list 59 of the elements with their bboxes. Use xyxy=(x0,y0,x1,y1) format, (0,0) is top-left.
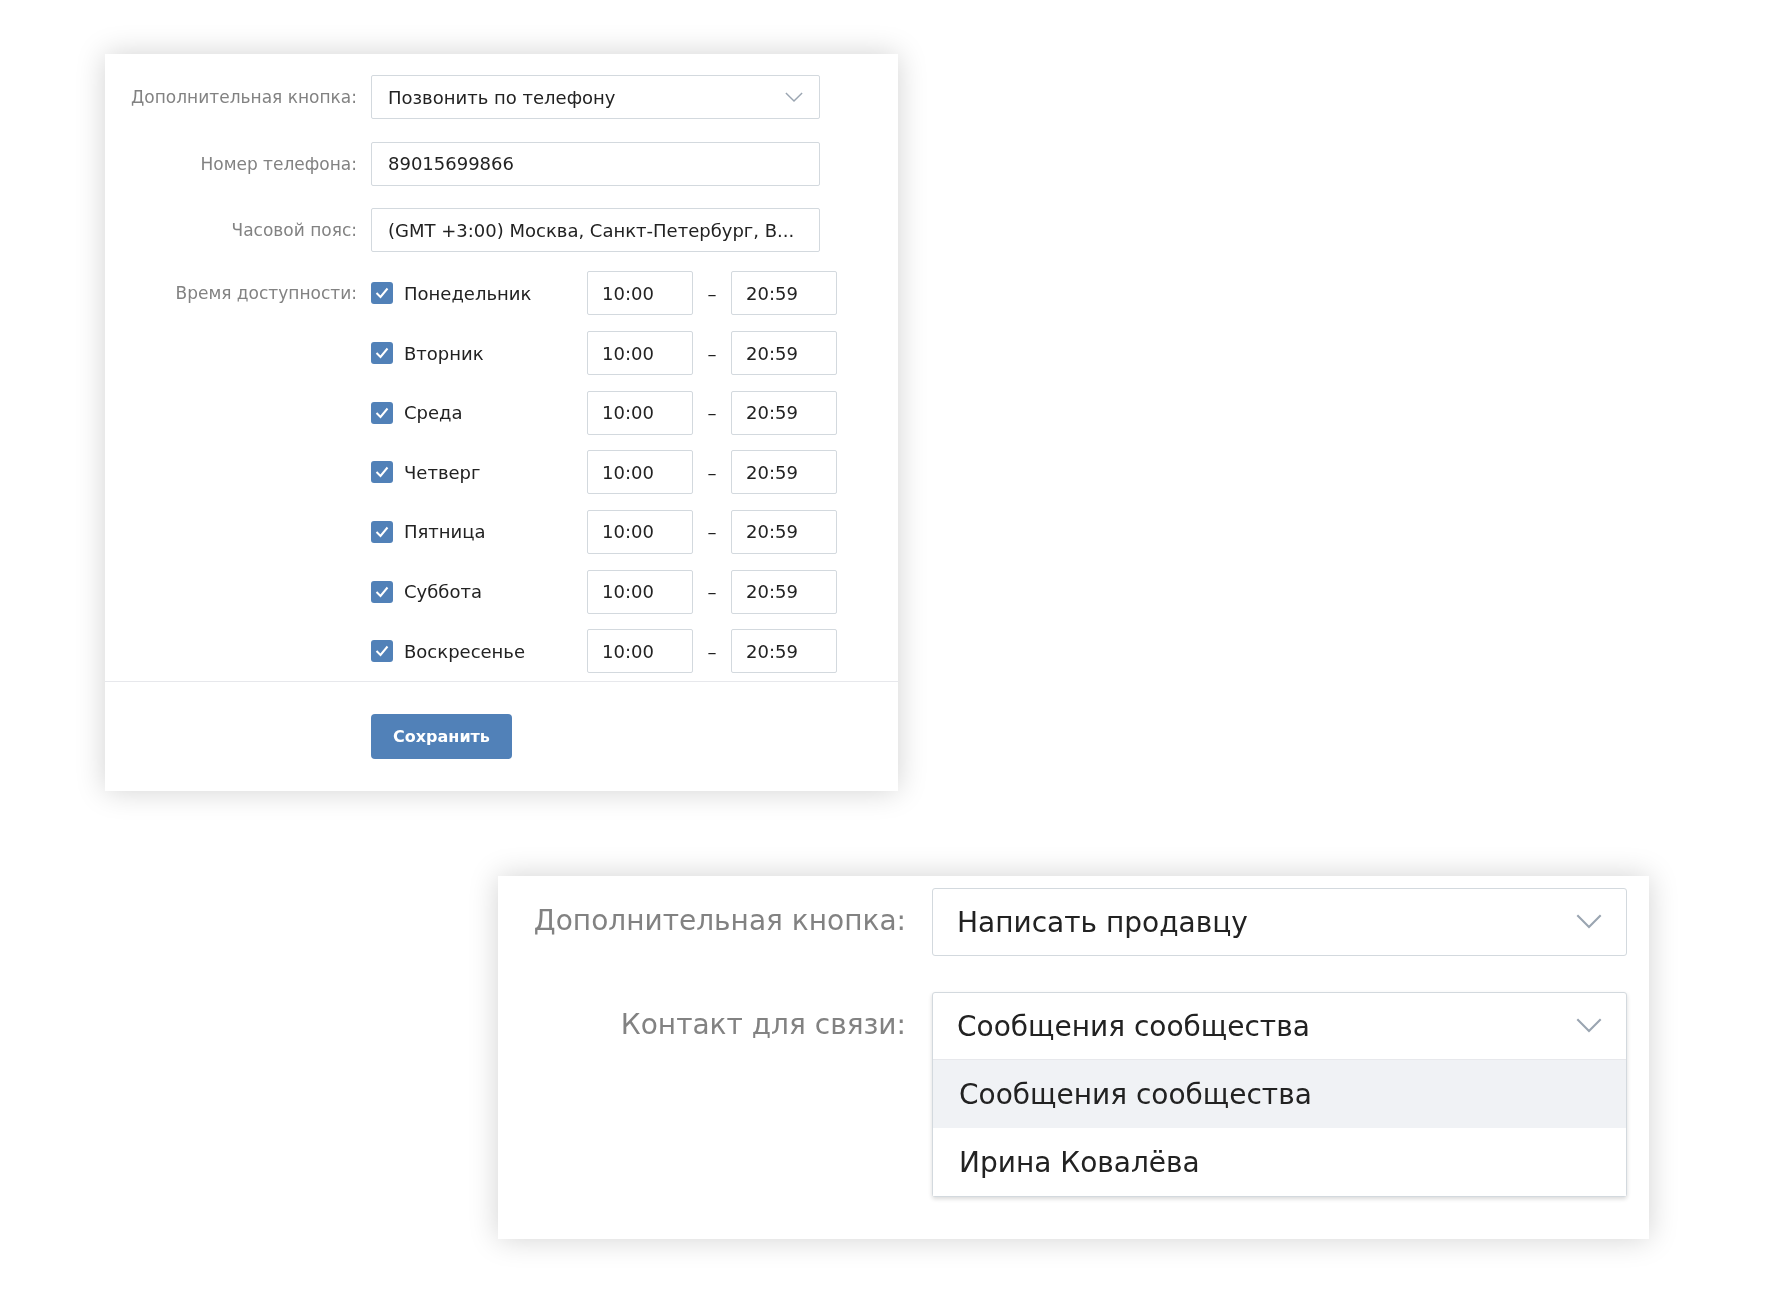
dropdown-field[interactable]: Позвонить по телефону xyxy=(371,75,820,120)
dash: – xyxy=(706,402,718,424)
checkbox[interactable] xyxy=(371,342,393,365)
time-field[interactable]: 10:00 xyxy=(587,450,693,495)
checkbox[interactable] xyxy=(371,520,393,543)
time-field[interactable]: 10:00 xyxy=(587,271,693,316)
dash: – xyxy=(706,342,718,364)
checkmark-icon xyxy=(375,406,389,419)
dash: – xyxy=(706,283,718,304)
dropdown-field[interactable]: Сообщения сообщества Сообщения сообщества Ирина Ковалёва xyxy=(932,992,1627,1197)
field-label: Контакт для связи: xyxy=(619,1007,907,1043)
day-label: Среда xyxy=(404,402,463,424)
field-label: Дополнительная кнопка: xyxy=(130,87,358,108)
time-field[interactable]: 10:00 xyxy=(587,390,693,435)
day-label: Воскресенье xyxy=(404,640,526,662)
chevron-down-icon xyxy=(785,91,803,103)
checkbox[interactable] xyxy=(371,282,393,305)
checkbox[interactable] xyxy=(371,461,393,484)
time-field[interactable]: 20:59 xyxy=(731,629,837,674)
field-label: Дополнительная кнопка: xyxy=(532,903,907,939)
time-field[interactable]: 10:00 xyxy=(587,509,693,554)
dash: – xyxy=(706,521,718,543)
dash: – xyxy=(706,640,718,662)
chevron-down-icon xyxy=(1576,914,1602,930)
time-field[interactable]: 10:00 xyxy=(587,331,693,376)
checkmark-icon xyxy=(375,466,389,479)
field-label: Часовой пояс: xyxy=(230,220,358,241)
save-button[interactable]: Сохранить xyxy=(371,714,512,759)
checkmark-icon xyxy=(375,645,389,658)
dropdown-option[interactable]: Ирина Ковалёва xyxy=(933,1128,1626,1196)
time-field[interactable]: 20:59 xyxy=(731,569,837,614)
field-label: Номер телефона: xyxy=(199,153,358,174)
chevron-down-icon xyxy=(1576,1018,1602,1034)
checkbox[interactable] xyxy=(371,580,393,603)
day-label: Суббота xyxy=(404,581,482,603)
checkmark-icon xyxy=(375,287,389,300)
checkmark-icon xyxy=(375,585,389,598)
day-label: Понедельник xyxy=(404,283,532,304)
time-field[interactable]: 20:59 xyxy=(731,390,837,435)
time-field[interactable]: 20:59 xyxy=(731,450,837,495)
dash: – xyxy=(706,461,718,483)
dropdown-field[interactable]: (GMT +3:00) Москва, Санкт-Петербург, В... xyxy=(371,208,820,253)
time-field[interactable]: 20:59 xyxy=(731,331,837,376)
checkbox[interactable] xyxy=(371,401,393,424)
dropdown-option[interactable]: Сообщения сообщества xyxy=(933,1060,1626,1128)
field-label: Время доступности: xyxy=(174,283,358,304)
checkmark-icon xyxy=(375,525,389,538)
dash: – xyxy=(706,581,718,603)
input-field[interactable]: 89015699866 xyxy=(371,141,820,186)
day-label: Четверг xyxy=(404,461,481,483)
time-field[interactable]: 20:59 xyxy=(731,509,837,554)
time-field[interactable]: 20:59 xyxy=(731,271,837,316)
day-label: Пятница xyxy=(404,521,486,543)
dropdown-field[interactable]: Написать продавцу xyxy=(932,888,1627,956)
time-field[interactable]: 10:00 xyxy=(587,569,693,614)
day-label: Вторник xyxy=(404,342,484,364)
checkbox[interactable] xyxy=(371,640,393,663)
time-field[interactable]: 10:00 xyxy=(587,629,693,674)
checkmark-icon xyxy=(375,347,389,360)
